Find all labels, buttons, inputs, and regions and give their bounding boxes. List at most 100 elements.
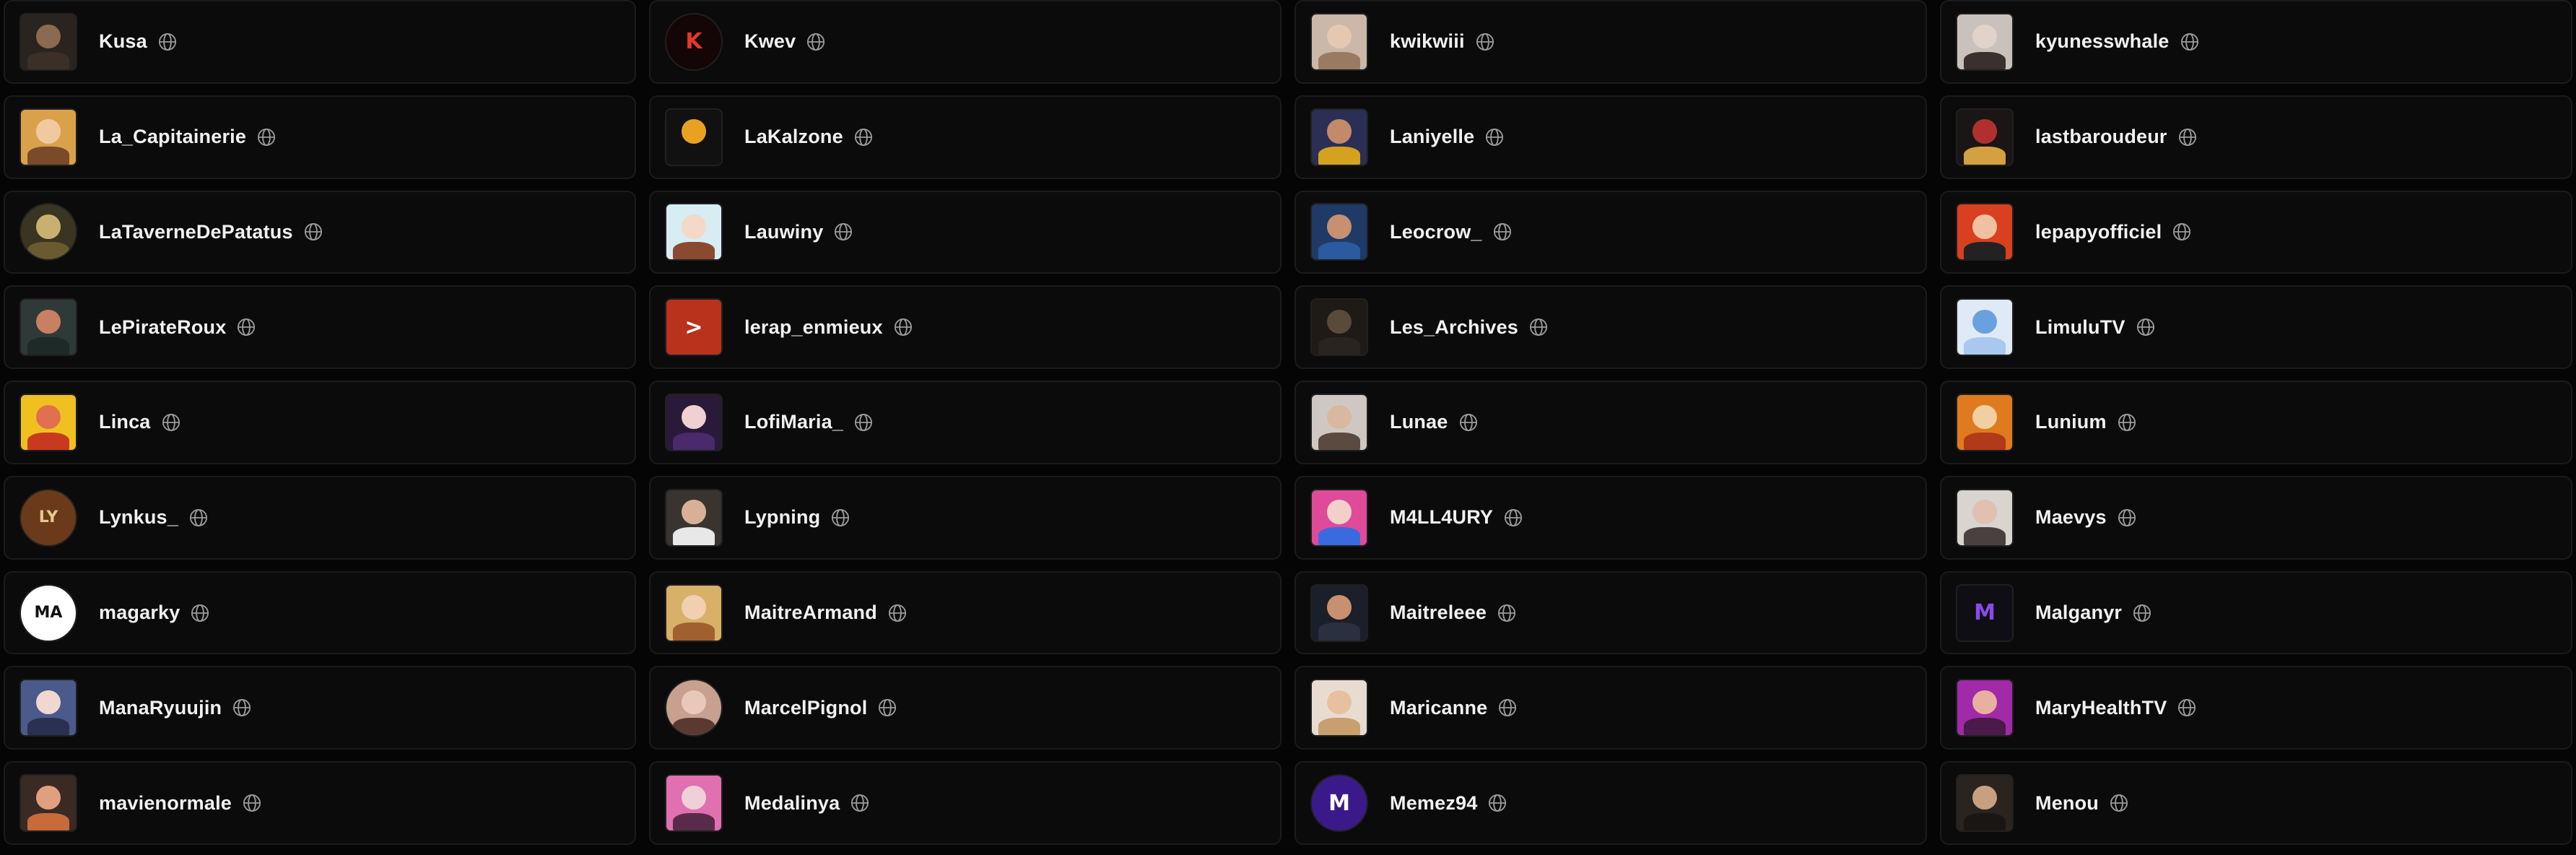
streamer-card[interactable]: Laniyelle [1294,95,1927,179]
streamer-card[interactable]: LaKalzone [649,95,1282,179]
streamer-avatar[interactable]: M [1956,583,2014,642]
streamer-card[interactable]: Lypning [649,475,1282,560]
streamer-name[interactable]: magarky [99,602,180,624]
streamer-avatar[interactable] [665,108,723,166]
streamer-name[interactable]: LaTaverneDePatatus [99,221,293,243]
streamer-card[interactable]: Lunae [1294,381,1927,464]
streamer-card[interactable]: Kusa [4,0,636,84]
streamer-avatar[interactable] [19,12,77,71]
streamer-name[interactable]: La_Capitainerie [99,126,246,148]
streamer-card[interactable]: MaryHealthTV [1940,666,2572,750]
streamer-name[interactable]: Malganyr [2035,602,2122,624]
streamer-name[interactable]: Maricanne [1390,697,1487,719]
streamer-card[interactable]: lepapyofficiel [1940,190,2572,274]
globe-icon[interactable] [877,698,897,718]
streamer-card[interactable]: LaTaverneDePatatus [4,190,636,274]
streamer-avatar[interactable] [19,203,77,261]
streamer-name[interactable]: Lypning [744,506,820,529]
globe-icon[interactable] [1475,32,1495,52]
streamer-name[interactable]: ManaRyuujin [99,697,222,719]
globe-icon[interactable] [1528,317,1549,337]
streamer-avatar[interactable]: LY [19,488,77,547]
streamer-avatar[interactable] [19,298,77,357]
streamer-avatar[interactable] [1310,298,1368,357]
streamer-card[interactable]: M Memez94 [1294,761,1927,845]
streamer-avatar[interactable] [1310,583,1368,642]
streamer-avatar[interactable] [1956,774,2014,833]
streamer-name[interactable]: lerap_enmieux [744,316,883,339]
streamer-avatar[interactable]: M [1310,774,1368,833]
streamer-card[interactable]: ManaRyuujin [4,666,636,750]
streamer-card[interactable]: LimuluTV [1940,285,2572,370]
streamer-avatar[interactable] [665,488,723,547]
streamer-avatar[interactable] [665,583,723,642]
streamer-avatar[interactable] [19,393,77,451]
streamer-card[interactable]: LePirateRoux [4,285,636,370]
streamer-avatar[interactable] [1310,108,1368,166]
streamer-avatar[interactable] [1310,679,1368,737]
streamer-avatar[interactable] [1310,203,1368,261]
globe-icon[interactable] [887,603,908,623]
streamer-name[interactable]: lepapyofficiel [2035,221,2162,243]
streamer-name[interactable]: mavienormale [99,792,232,815]
streamer-name[interactable]: Les_Archives [1390,316,1518,339]
streamer-name[interactable]: Memez94 [1390,792,1477,815]
streamer-name[interactable]: Kwev [744,30,796,53]
streamer-avatar[interactable] [19,774,77,833]
streamer-card[interactable]: K Kwev [649,0,1282,84]
globe-icon[interactable] [2177,127,2198,147]
streamer-name[interactable]: Kusa [99,30,147,53]
streamer-card[interactable]: kyunesswhale [1940,0,2572,84]
globe-icon[interactable] [236,317,256,337]
streamer-card[interactable]: Menou [1940,761,2572,845]
streamer-name[interactable]: Leocrow_ [1390,221,1482,243]
globe-icon[interactable] [2117,508,2137,528]
globe-icon[interactable] [850,793,870,813]
streamer-card[interactable]: Maevys [1940,475,2572,560]
globe-icon[interactable] [893,317,913,337]
globe-icon[interactable] [161,412,181,433]
streamer-name[interactable]: LofiMaria_ [744,411,843,433]
streamer-avatar[interactable]: K [665,12,723,71]
streamer-name[interactable]: kwikwiii [1390,30,1465,53]
streamer-card[interactable]: kwikwiii [1294,0,1927,84]
streamer-name[interactable]: Lauwiny [744,221,823,243]
streamer-name[interactable]: MarcelPignol [744,697,867,719]
globe-icon[interactable] [242,793,262,813]
streamer-card[interactable]: Linca [4,381,636,464]
streamer-avatar[interactable]: MA [19,583,77,642]
streamer-card[interactable]: Maitreleee [1294,570,1927,655]
globe-icon[interactable] [1503,508,1523,528]
streamer-name[interactable]: MaryHealthTV [2035,697,2167,719]
globe-icon[interactable] [303,222,323,242]
streamer-name[interactable]: Lunium [2035,411,2107,433]
globe-icon[interactable] [853,412,874,433]
streamer-name[interactable]: Medalinya [744,792,840,815]
streamer-card[interactable]: Lauwiny [649,190,1282,274]
streamer-name[interactable]: lastbaroudeur [2035,126,2167,148]
streamer-avatar[interactable] [1310,488,1368,547]
globe-icon[interactable] [2136,317,2156,337]
streamer-avatar[interactable] [1956,298,2014,357]
globe-icon[interactable] [1458,412,1479,433]
streamer-card[interactable]: MA magarky [4,570,636,655]
streamer-avatar[interactable] [1310,12,1368,71]
streamer-card[interactable]: Les_Archives [1294,285,1927,370]
globe-icon[interactable] [2177,698,2197,718]
globe-icon[interactable] [256,127,277,147]
streamer-avatar[interactable] [665,774,723,833]
globe-icon[interactable] [833,222,853,242]
streamer-name[interactable]: Maevys [2035,506,2107,529]
globe-icon[interactable] [2109,793,2129,813]
streamer-card[interactable]: lastbaroudeur [1940,95,2572,179]
streamer-card[interactable]: mavienormale [4,761,636,845]
streamer-name[interactable]: Menou [2035,792,2099,815]
streamer-name[interactable]: LimuluTV [2035,316,2125,339]
globe-icon[interactable] [806,32,826,52]
globe-icon[interactable] [1497,603,1517,623]
streamer-avatar[interactable] [19,679,77,737]
streamer-name[interactable]: Linca [99,411,151,433]
streamer-card[interactable]: > lerap_enmieux [649,285,1282,370]
streamer-name[interactable]: LaKalzone [744,126,843,148]
streamer-card[interactable]: MarcelPignol [649,666,1282,750]
